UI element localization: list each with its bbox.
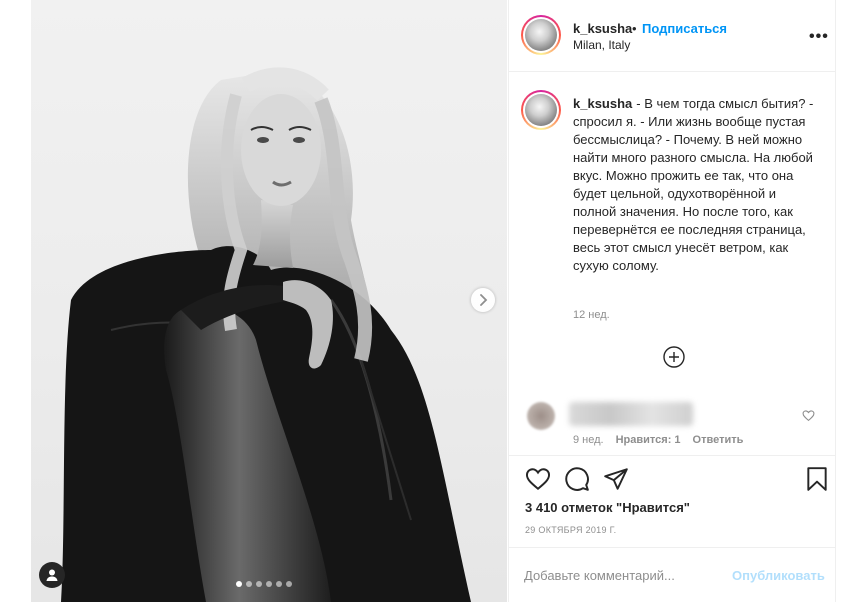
share-paper-plane-icon[interactable] <box>603 466 629 492</box>
caption-text: - В чем тогда смысл бытия? - спросил я. … <box>573 96 814 273</box>
comment-likes-count[interactable]: Нравится: 1 <box>616 434 681 446</box>
post-header: k_ksusha • Подписаться Milan, Italy ••• <box>509 0 835 72</box>
comment-reply-button[interactable]: Ответить <box>693 434 744 446</box>
post-actions-bar <box>509 455 835 502</box>
post-side-panel: k_ksusha • Подписаться Milan, Italy ••• … <box>508 0 836 602</box>
comment-text-blurred <box>569 402 693 426</box>
load-more-comments-icon[interactable] <box>663 346 685 368</box>
carousel-dot <box>236 581 242 587</box>
carousel-dot <box>246 581 252 587</box>
publish-comment-button[interactable]: Опубликовать <box>732 568 825 583</box>
page-gutter <box>0 0 31 602</box>
caption-author-avatar[interactable] <box>521 90 561 130</box>
photo-scene <box>61 67 471 602</box>
commenter-avatar[interactable] <box>527 402 555 430</box>
comment-timestamp[interactable]: 9 нед. <box>573 434 604 446</box>
save-bookmark-icon[interactable] <box>804 466 830 492</box>
carousel-dot <box>256 581 262 587</box>
header-separator: • <box>632 21 637 36</box>
chevron-right-icon <box>480 294 488 306</box>
likes-count[interactable]: 3 410 отметок "Нравится" <box>525 500 690 515</box>
more-options-button[interactable]: ••• <box>809 28 829 46</box>
author-avatar[interactable] <box>521 15 561 55</box>
carousel-dot <box>276 581 282 587</box>
post-date[interactable]: 29 ОКТЯБРЯ 2019 Г. <box>525 525 616 535</box>
carousel-dot <box>286 581 292 587</box>
author-username[interactable]: k_ksusha <box>573 21 632 36</box>
carousel-dots <box>236 581 292 587</box>
like-heart-icon[interactable] <box>525 466 551 492</box>
comment-like-heart-icon[interactable] <box>802 409 815 422</box>
comment-meta: 9 нед. Нравится: 1 Ответить <box>573 434 743 446</box>
comment-bubble-icon[interactable] <box>564 466 590 492</box>
post-image[interactable] <box>31 0 507 602</box>
follow-button[interactable]: Подписаться <box>642 21 727 36</box>
add-comment-row: Добавьте комментарий... Опубликовать <box>509 547 835 603</box>
user-icon <box>46 569 58 581</box>
caption-username[interactable]: k_ksusha <box>573 96 632 111</box>
carousel-dot <box>266 581 272 587</box>
post-caption: k_ksusha - В чем тогда смысл бытия? - спр… <box>573 95 819 275</box>
tagged-users-button[interactable] <box>39 562 65 588</box>
post-location[interactable]: Milan, Italy <box>573 38 630 52</box>
carousel-next-button[interactable] <box>471 288 495 312</box>
caption-timestamp[interactable]: 12 нед. <box>573 309 610 321</box>
add-comment-input[interactable]: Добавьте комментарий... <box>524 568 675 583</box>
